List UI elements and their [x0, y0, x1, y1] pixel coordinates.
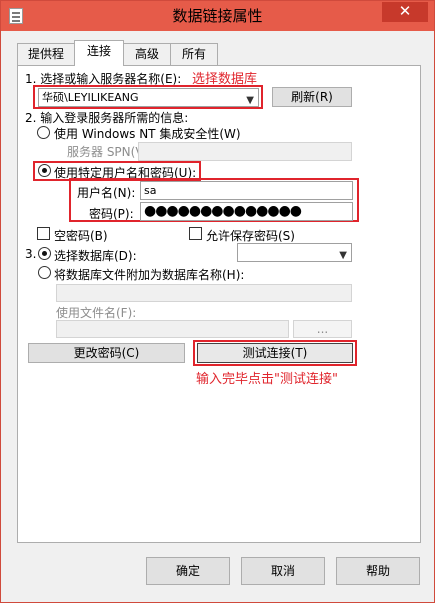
allow-save-password-label: 允许保存密码(S)	[206, 229, 295, 243]
radio-nt-security[interactable]	[37, 126, 50, 139]
server-name-combobox[interactable]: 华硕\LEYILIKEANG ▼	[38, 88, 259, 107]
allow-save-password-checkbox[interactable]	[189, 227, 202, 240]
close-button[interactable]: ✕	[382, 2, 428, 22]
server-name-value: 华硕\LEYILIKEANG	[42, 91, 139, 104]
nt-security-label: 使用 Windows NT 集成安全性(W)	[54, 127, 241, 141]
cancel-button[interactable]: 取消	[241, 557, 325, 585]
tab-provider[interactable]: 提供程序	[17, 43, 75, 81]
dialog-window: 数据链接属性 ✕ 提供程序 连接 高级 所有 1. 选择或输入服务器名称(E):…	[0, 0, 435, 603]
blank-password-checkbox[interactable]	[37, 227, 50, 240]
spn-input[interactable]	[138, 142, 352, 161]
chevron-down-icon: ▼	[339, 250, 347, 261]
username-input[interactable]: sa	[140, 181, 353, 200]
step3-label: 3.	[25, 247, 37, 261]
window-title: 数据链接属性	[172, 7, 263, 25]
attach-name-input[interactable]	[56, 284, 352, 302]
attach-file-label: 将数据库文件附加为数据库名称(H):	[54, 268, 245, 282]
ok-button[interactable]: 确定	[146, 557, 230, 585]
filename-input[interactable]	[56, 320, 289, 338]
database-combobox[interactable]: ▼	[237, 243, 352, 262]
test-connection-button[interactable]: 测试连接(T)	[197, 343, 353, 363]
filename-label: 使用文件名(F):	[56, 306, 137, 320]
radio-select-database[interactable]	[38, 247, 51, 260]
select-database-label: 选择数据库(D):	[54, 249, 137, 263]
login-info-label: 2. 输入登录服务器所需的信息:	[25, 111, 189, 125]
chevron-down-icon: ▼	[246, 95, 254, 106]
refresh-button[interactable]: 刷新(R)	[272, 87, 352, 107]
password-input[interactable]: ●●●●●●●●●●●●●●	[140, 202, 353, 221]
browse-button[interactable]: ...	[293, 320, 352, 338]
tab-connection[interactable]: 连接	[74, 40, 124, 66]
tab-all[interactable]: 所有	[170, 43, 218, 65]
password-label: 密码(P):	[89, 207, 134, 221]
title-bar: 数据链接属性 ✕	[1, 1, 434, 31]
blank-password-label: 空密码(B)	[54, 229, 108, 243]
radio-specific-user[interactable]	[38, 164, 51, 177]
radio-attach-file[interactable]	[38, 266, 51, 279]
username-label: 用户名(N):	[77, 186, 136, 200]
help-button[interactable]: 帮助	[336, 557, 420, 585]
change-password-button[interactable]: 更改密码(C)	[28, 343, 185, 363]
annotation-test-connection: 输入完毕点击"测试连接"	[196, 372, 338, 387]
tab-advanced[interactable]: 高级	[123, 43, 171, 65]
